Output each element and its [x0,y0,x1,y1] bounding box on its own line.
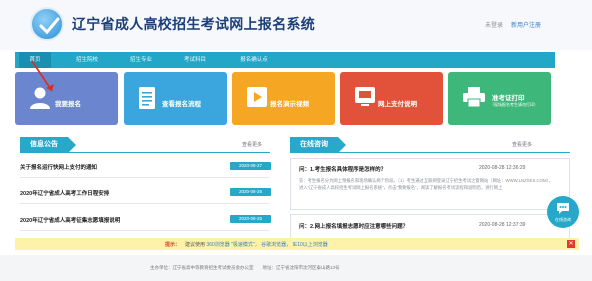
document-icon [139,87,155,109]
tile-admission-ticket-sub: （现场报名考生请勿打印） [490,102,538,107]
notices-more-link[interactable]: 查看更多 [242,141,262,148]
qa-item[interactable]: 问：2.网上报名填报志愿时应注意哪些问题？ 2020-08-28 12:37:3… [290,214,570,238]
qa-more-link[interactable]: 查看更多 [512,141,532,148]
video-icon [247,87,267,107]
register-link[interactable]: 新用户注册 [511,20,541,29]
notice-date-badge: 2020-08-25 [230,215,271,223]
notice-row[interactable]: 2020年辽宁省成人高考征集志愿填报说明 2020-08-25 [20,215,271,228]
tip-label: 提示： [165,242,181,248]
logo [30,7,64,41]
tip-browser-ie[interactable]: IE10以上浏览器 [293,242,328,248]
printer-icon [463,87,485,108]
tile-demo-video[interactable]: 报名演示视频 [232,72,335,125]
qa-question[interactable]: 问：1.考生报名具体程序是怎样的？ [299,165,386,173]
qa-date: 2020-08-28 12:36:29 [479,165,526,171]
site-header: 辽宁省成人高校招生考试网上报名系统 未登录 新用户注册 [0,0,592,50]
close-icon[interactable]: ✕ [567,240,575,248]
check-logo-icon [39,17,60,35]
notice-row[interactable]: 2020年辽宁省成人高考工作日程安排 2020-08-25 [20,188,271,201]
tip-browser-chrome[interactable]: 谷歌浏览器， [261,242,291,248]
site-title: 辽宁省成人高校招生考试网上报名系统 [72,16,316,32]
nav-item-majors[interactable]: 招生专业 [121,52,161,68]
login-status: 未登录 [485,23,504,29]
row-divider [20,203,270,204]
qa-divider [290,152,570,153]
notice-title[interactable]: 关于报名运行快网上支付的通知 [20,163,97,171]
tile-payment[interactable]: 网上支付说明 [340,72,443,125]
chat-bubble-icon [557,203,569,214]
annotation-arrow-icon [31,60,54,92]
notice-date-badge: 2020-08-27 [230,162,271,170]
qa-header: 在线咨询 查看更多 [290,137,570,153]
online-chat-button[interactable]: 在线咨询 [547,196,579,228]
nav-item-colleges[interactable]: 招生院校 [67,52,107,68]
tip-text: 建议使用 360浏览器 "极速模式"， 谷歌浏览器， IE10以上浏览器 [185,241,328,248]
notice-title[interactable]: 2020年辽宁省成人高考征集志愿填报说明 [20,216,120,224]
notices-title: 信息公告 [20,137,76,153]
qa-title: 在线咨询 [290,137,346,153]
row-divider [20,230,270,231]
tip-prefix: 建议使用 [185,242,206,248]
qa-answer: 答：考生报名分为网上预报名和现场确认两个阶段。（1）考生通过互联网登录辽宁招生考… [299,178,553,190]
tip-browser-360-mode: "极速模式"， [231,242,260,248]
footer-text: 主办单位：辽宁省高中等教育招生考试委员会办公室 地址：辽宁省沈阳市沈河区泰山路1… [150,265,340,270]
notices-divider [20,152,270,153]
page: 辽宁省成人高校招生考试网上报名系统 未登录 新用户注册 首页 招生院校 招生专业… [0,0,592,281]
tile-process[interactable]: 查看报名流程 [124,72,227,125]
tile-admission-ticket[interactable]: 准考证打印 （现场报名考生请勿打印） [448,72,551,125]
tile-admission-ticket-label: 准考证打印 [492,95,525,102]
qa-date: 2020-08-28 12:37:39 [479,222,526,228]
nav-item-subjects[interactable]: 考试科目 [175,52,215,68]
nav-item-confirm-points[interactable]: 报名确认点 [231,52,277,68]
notice-title[interactable]: 2020年辽宁省成人高考工作日程安排 [20,189,109,197]
tile-payment-label: 网上支付说明 [378,101,417,108]
tile-process-label: 查看报名流程 [162,101,201,108]
notice-row[interactable]: 关于报名运行快网上支付的通知 2020-08-27 [20,162,271,175]
online-chat-label: 在线咨询 [555,217,571,222]
notice-date-badge: 2020-08-25 [230,188,271,196]
main-nav: 首页 招生院校 招生专业 考试科目 报名确认点 [15,52,555,68]
notices-header: 信息公告 查看更多 [20,137,270,153]
browser-tip-bar: 提示： 建议使用 360浏览器 "极速模式"， 谷歌浏览器， IE10以上浏览器… [15,238,579,250]
tile-register-label: 我要报名 [55,101,81,108]
tip-browser-360[interactable]: 360浏览器 [206,242,229,248]
qa-question[interactable]: 问：2.网上报名填报志愿时应注意哪些问题？ [299,222,408,230]
card-icon [355,87,375,106]
site-footer: 主办单位：辽宁省高中等教育招生考试委员会办公室 地址：辽宁省沈阳市沈河区泰山路1… [0,255,592,281]
row-divider [20,177,270,178]
qa-item[interactable]: 问：1.考生报名具体程序是怎样的？ 2020-08-28 12:36:29 答：… [290,158,570,210]
tile-demo-video-label: 报名演示视频 [270,101,309,108]
